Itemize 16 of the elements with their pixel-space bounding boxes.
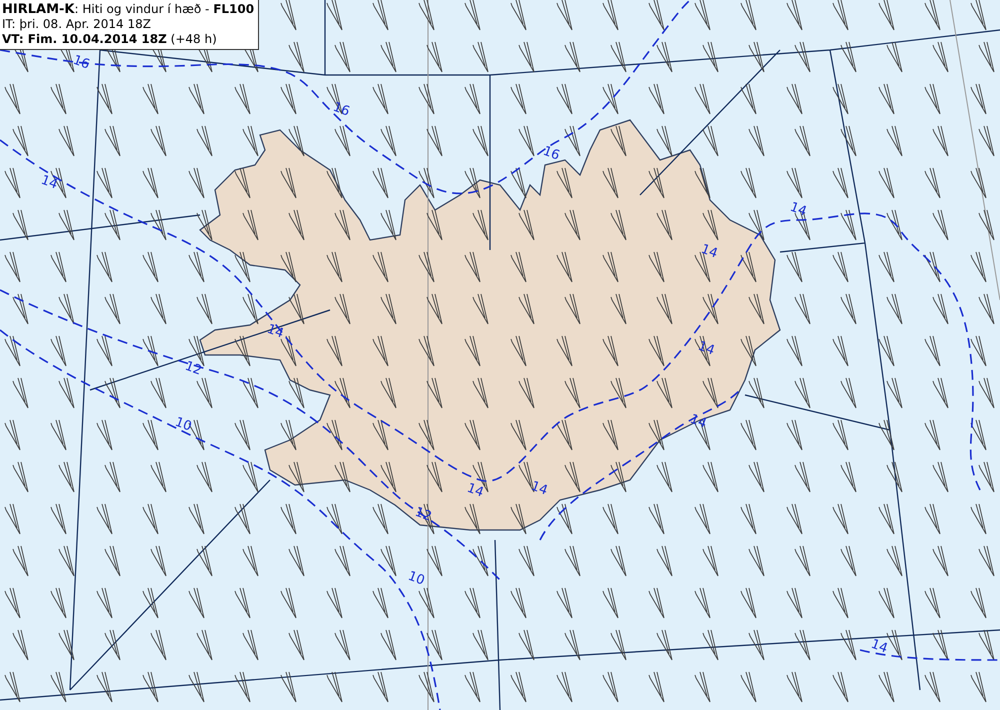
map-title: HIRLAM-K: Hiti og vindur í hæð - FL100 <box>2 2 254 17</box>
isotherm-label: 14 <box>688 412 709 432</box>
issue-time: IT: þri. 08. Apr. 2014 18Z <box>2 17 152 32</box>
isotherm-label: 10 <box>406 568 427 589</box>
isotherm-label: 10 <box>172 414 194 435</box>
isotherm-label: 16 <box>330 100 352 120</box>
isotherm-label: 14 <box>528 478 550 499</box>
isotherm-label: 14 <box>696 338 717 359</box>
isotherm-label: 14 <box>464 480 486 501</box>
isotherm-label: 16 <box>540 144 562 164</box>
valid-time: VT: Fim. 10.04.2014 18Z (+48 h) <box>2 32 218 47</box>
isotherm-label: 14 <box>698 242 720 262</box>
isotherm-label: 14 <box>38 172 60 193</box>
isotherm-label: 14 <box>868 636 890 657</box>
isotherm-label: 14 <box>788 200 809 220</box>
isotherm-label: 12 <box>182 358 204 379</box>
